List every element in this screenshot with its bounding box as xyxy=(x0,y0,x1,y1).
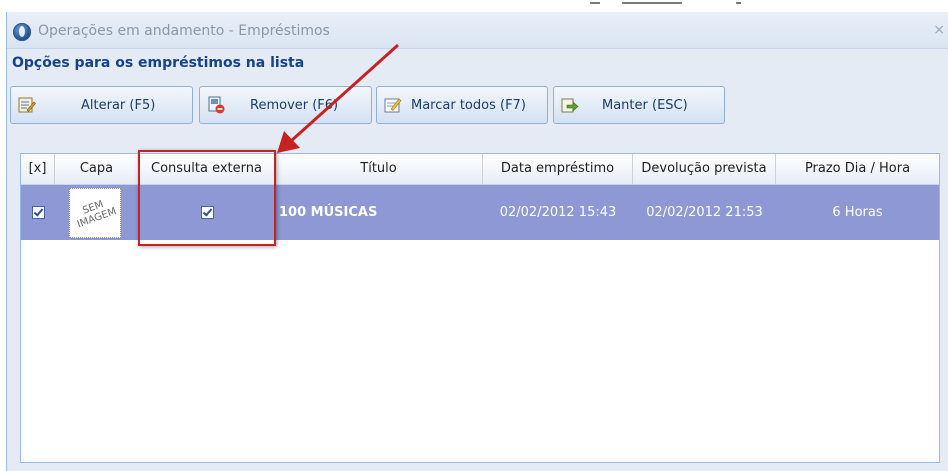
cover-placeholder-text: SEM IMAGEM xyxy=(75,199,118,231)
keep-button-label: Manter (ESC) xyxy=(602,98,688,113)
remove-icon xyxy=(208,96,225,114)
remove-button-label: Remover (F6) xyxy=(250,98,339,113)
row-select-checkbox[interactable] xyxy=(31,206,45,219)
column-header-prazo[interactable]: Prazo Dia / Hora xyxy=(776,154,939,184)
prazo-cell: 6 Horas xyxy=(832,205,883,220)
edit-button-label: Alterar (F5) xyxy=(81,98,156,113)
column-header-select[interactable]: [x] xyxy=(21,154,55,184)
section-title: Opções para os empréstimos na lista xyxy=(12,55,305,71)
edit-icon xyxy=(18,97,36,113)
mark-all-button[interactable]: Marcar todos (F7) xyxy=(376,86,548,124)
background-text-fragment xyxy=(622,2,682,4)
app-icon xyxy=(13,23,31,41)
close-icon[interactable]: × xyxy=(933,22,945,38)
keep-icon xyxy=(561,98,579,113)
column-header-capa[interactable]: Capa xyxy=(55,154,139,184)
row-select-cell[interactable] xyxy=(21,185,55,240)
window-title: Operações em andamento - Empréstimos xyxy=(38,23,330,39)
data-emprestimo-cell: 02/02/2012 15:43 xyxy=(499,205,617,220)
keep-button[interactable]: Manter (ESC) xyxy=(553,86,725,124)
annotation-highlight-box xyxy=(138,150,276,246)
remove-button[interactable]: Remover (F6) xyxy=(199,86,372,124)
mark-all-icon xyxy=(384,98,402,113)
column-header-titulo[interactable]: Título xyxy=(275,154,483,184)
mark-all-button-label: Marcar todos (F7) xyxy=(411,98,526,113)
devolucao-prevista-cell: 02/02/2012 21:53 xyxy=(646,205,763,220)
titulo-cell: 100 MÚSICAS xyxy=(279,205,378,220)
background-text-fragment xyxy=(590,2,600,4)
column-header-devolucao-prevista[interactable]: Devolução prevista xyxy=(633,154,776,184)
background-text-fragment xyxy=(736,2,741,4)
edit-button[interactable]: Alterar (F5) xyxy=(10,86,193,124)
cover-thumbnail: SEM IMAGEM xyxy=(69,188,121,238)
background-window-strip xyxy=(0,0,948,12)
title-bar[interactable]: Operações em andamento - Empréstimos × xyxy=(7,12,948,49)
column-header-data-emprestimo[interactable]: Data empréstimo xyxy=(483,154,633,184)
